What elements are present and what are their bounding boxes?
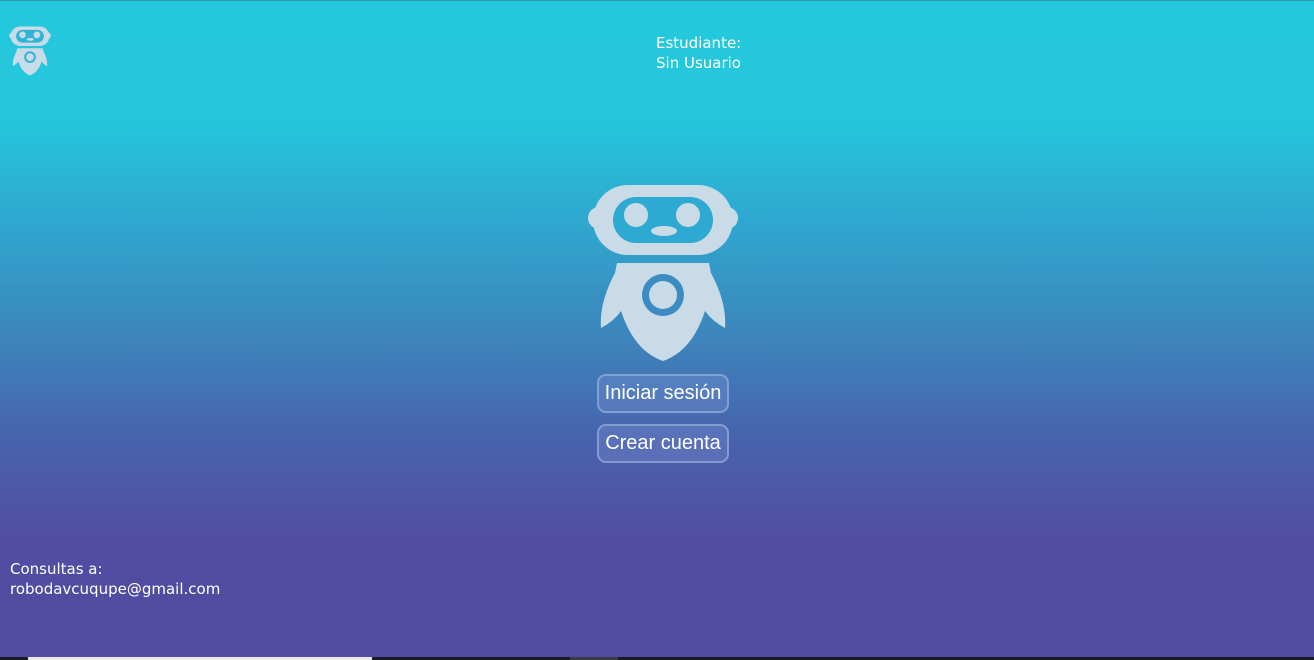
create-account-button[interactable]: Crear cuenta [597,424,729,463]
contact-email[interactable]: robodavcuqupe@gmail.com [10,579,220,599]
student-value: Sin Usuario [656,54,741,72]
robot-logo-icon[interactable] [8,26,52,76]
top-border [0,0,1314,1]
student-info: Estudiante: Sin Usuario [656,33,741,73]
login-button[interactable]: Iniciar sesión [597,374,729,413]
contact-info: Consultas a: robodavcuqupe@gmail.com [10,559,220,599]
robot-hero-icon [588,185,738,361]
student-label: Estudiante: [656,34,742,52]
contact-label: Consultas a: [10,560,103,578]
